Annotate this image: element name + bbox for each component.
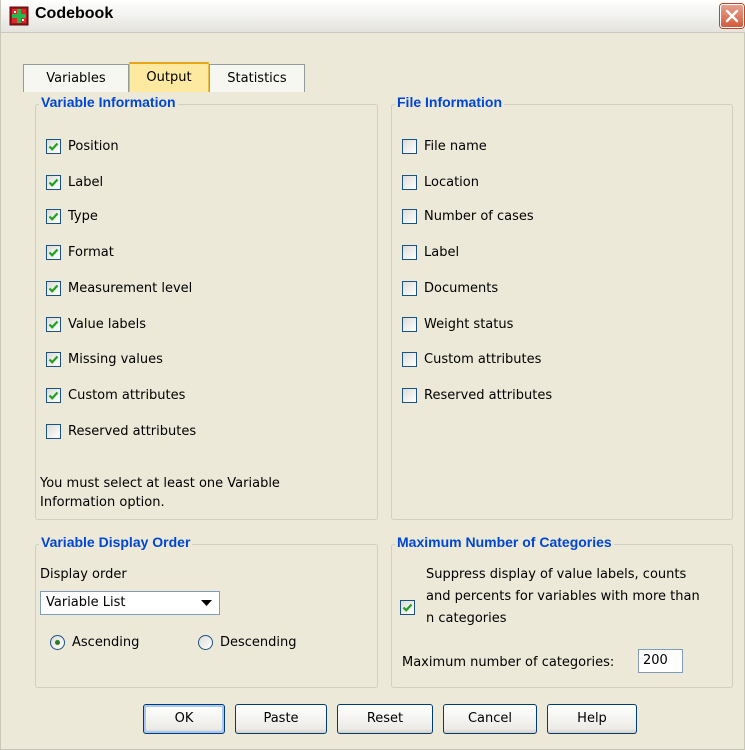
- radio-dot: [55, 640, 60, 645]
- checkbox[interactable]: [46, 424, 61, 439]
- checkbox-label: Location: [424, 175, 479, 190]
- checkbox-label: Missing values: [68, 352, 163, 367]
- tab-output[interactable]: Output: [129, 62, 209, 92]
- window-title: Codebook: [35, 5, 114, 22]
- radio-label: Ascending: [72, 635, 140, 650]
- suppress-line: Suppress display of value labels, counts: [426, 567, 687, 582]
- checkbox[interactable]: [46, 139, 61, 154]
- checkbox[interactable]: [46, 388, 61, 403]
- checkmark-icon: [48, 212, 59, 221]
- checkbox-label: Label: [424, 245, 460, 260]
- checkbox[interactable]: [46, 245, 61, 260]
- max-categories-label: Maximum number of categories:: [402, 655, 615, 670]
- checkbox-label: Type: [68, 209, 98, 224]
- checkbox[interactable]: [46, 175, 61, 190]
- note-line: You must select at least one Variable: [40, 476, 280, 491]
- checkbox[interactable]: [402, 175, 417, 190]
- close-button[interactable]: [720, 4, 744, 28]
- checkbox-label: File name: [424, 139, 487, 154]
- title-bar[interactable]: Codebook: [1, 0, 745, 33]
- checkbox-label: Label: [68, 175, 104, 190]
- note-line: Information option.: [40, 495, 165, 510]
- checkbox-label: Number of cases: [424, 209, 534, 224]
- checkbox[interactable]: [402, 388, 417, 403]
- radio-button[interactable]: [50, 635, 65, 650]
- checkmark-icon: [48, 391, 59, 400]
- tab-label: Statistics: [227, 71, 287, 86]
- checkbox[interactable]: [402, 352, 417, 367]
- checkbox[interactable]: [46, 281, 61, 296]
- checkbox-label: Documents: [424, 281, 499, 296]
- checkmark-icon: [48, 142, 59, 151]
- display-order-select[interactable]: Variable List: [40, 591, 220, 615]
- radio-button[interactable]: [198, 635, 213, 650]
- checkbox-label: Value labels: [68, 317, 147, 332]
- checkmark-icon: [48, 284, 59, 293]
- checkbox-label: Custom attributes: [68, 388, 186, 403]
- checkbox[interactable]: [400, 600, 415, 615]
- group-title: File Information: [395, 94, 504, 110]
- dialog-buttons: OK Paste Reset Cancel Help: [1, 704, 745, 734]
- paste-button[interactable]: Paste: [235, 704, 327, 734]
- group-title: Maximum Number of Categories: [395, 534, 614, 550]
- tab-statistics[interactable]: Statistics: [209, 64, 305, 92]
- file-information-group: File Information File name Location Numb…: [391, 94, 733, 520]
- close-icon: [725, 9, 739, 23]
- checkbox[interactable]: [46, 352, 61, 367]
- display-order-label: Display order: [40, 567, 127, 582]
- checkmark-icon: [48, 248, 59, 257]
- suppress-line: n categories: [426, 611, 507, 626]
- selection-note: You must select at least one Variable In…: [40, 474, 280, 512]
- reset-button[interactable]: Reset: [337, 704, 433, 734]
- checkbox-label: Custom attributes: [424, 352, 542, 367]
- codebook-dialog: Codebook Variables Output Statistics Var…: [0, 0, 745, 750]
- checkmark-icon: [402, 603, 413, 612]
- suppress-line: and percents for variables with more tha…: [426, 589, 700, 604]
- tab-label: Variables: [46, 71, 106, 86]
- ok-button[interactable]: OK: [143, 704, 225, 734]
- checkbox-label: Reserved attributes: [424, 388, 553, 403]
- checkbox[interactable]: [402, 209, 417, 224]
- checkbox[interactable]: [402, 281, 417, 296]
- checkmark-icon: [48, 178, 59, 187]
- help-button[interactable]: Help: [547, 704, 637, 734]
- group-title: Variable Information: [39, 94, 178, 110]
- dropdown-arrow-icon: [201, 600, 212, 606]
- select-value: Variable List: [46, 595, 126, 610]
- checkbox-label: Reserved attributes: [68, 424, 197, 439]
- tab-variables[interactable]: Variables: [23, 64, 129, 92]
- checkbox[interactable]: [46, 317, 61, 332]
- app-icon: [9, 6, 29, 26]
- checkmark-icon: [48, 355, 59, 364]
- max-categories-input[interactable]: 200: [638, 649, 683, 673]
- suppress-description: Suppress display of value labels, counts…: [426, 564, 700, 630]
- radio-label: Descending: [220, 635, 297, 650]
- checkbox[interactable]: [402, 317, 417, 332]
- checkbox[interactable]: [46, 209, 61, 224]
- checkbox[interactable]: [402, 139, 417, 154]
- checkbox-label: Weight status: [424, 317, 514, 332]
- group-title: Variable Display Order: [39, 534, 193, 550]
- cancel-button[interactable]: Cancel: [443, 704, 537, 734]
- checkbox-label: Format: [68, 245, 114, 260]
- variable-display-order-group: Variable Display Order Display order Var…: [35, 534, 378, 688]
- checkmark-icon: [48, 320, 59, 329]
- checkbox-label: Measurement level: [68, 281, 193, 296]
- tab-label: Output: [146, 70, 192, 85]
- checkbox[interactable]: [402, 245, 417, 260]
- checkbox-label: Position: [68, 139, 119, 154]
- variable-information-group: Variable Information Position Label Type…: [35, 94, 378, 520]
- max-categories-group: Maximum Number of Categories Suppress di…: [391, 534, 733, 688]
